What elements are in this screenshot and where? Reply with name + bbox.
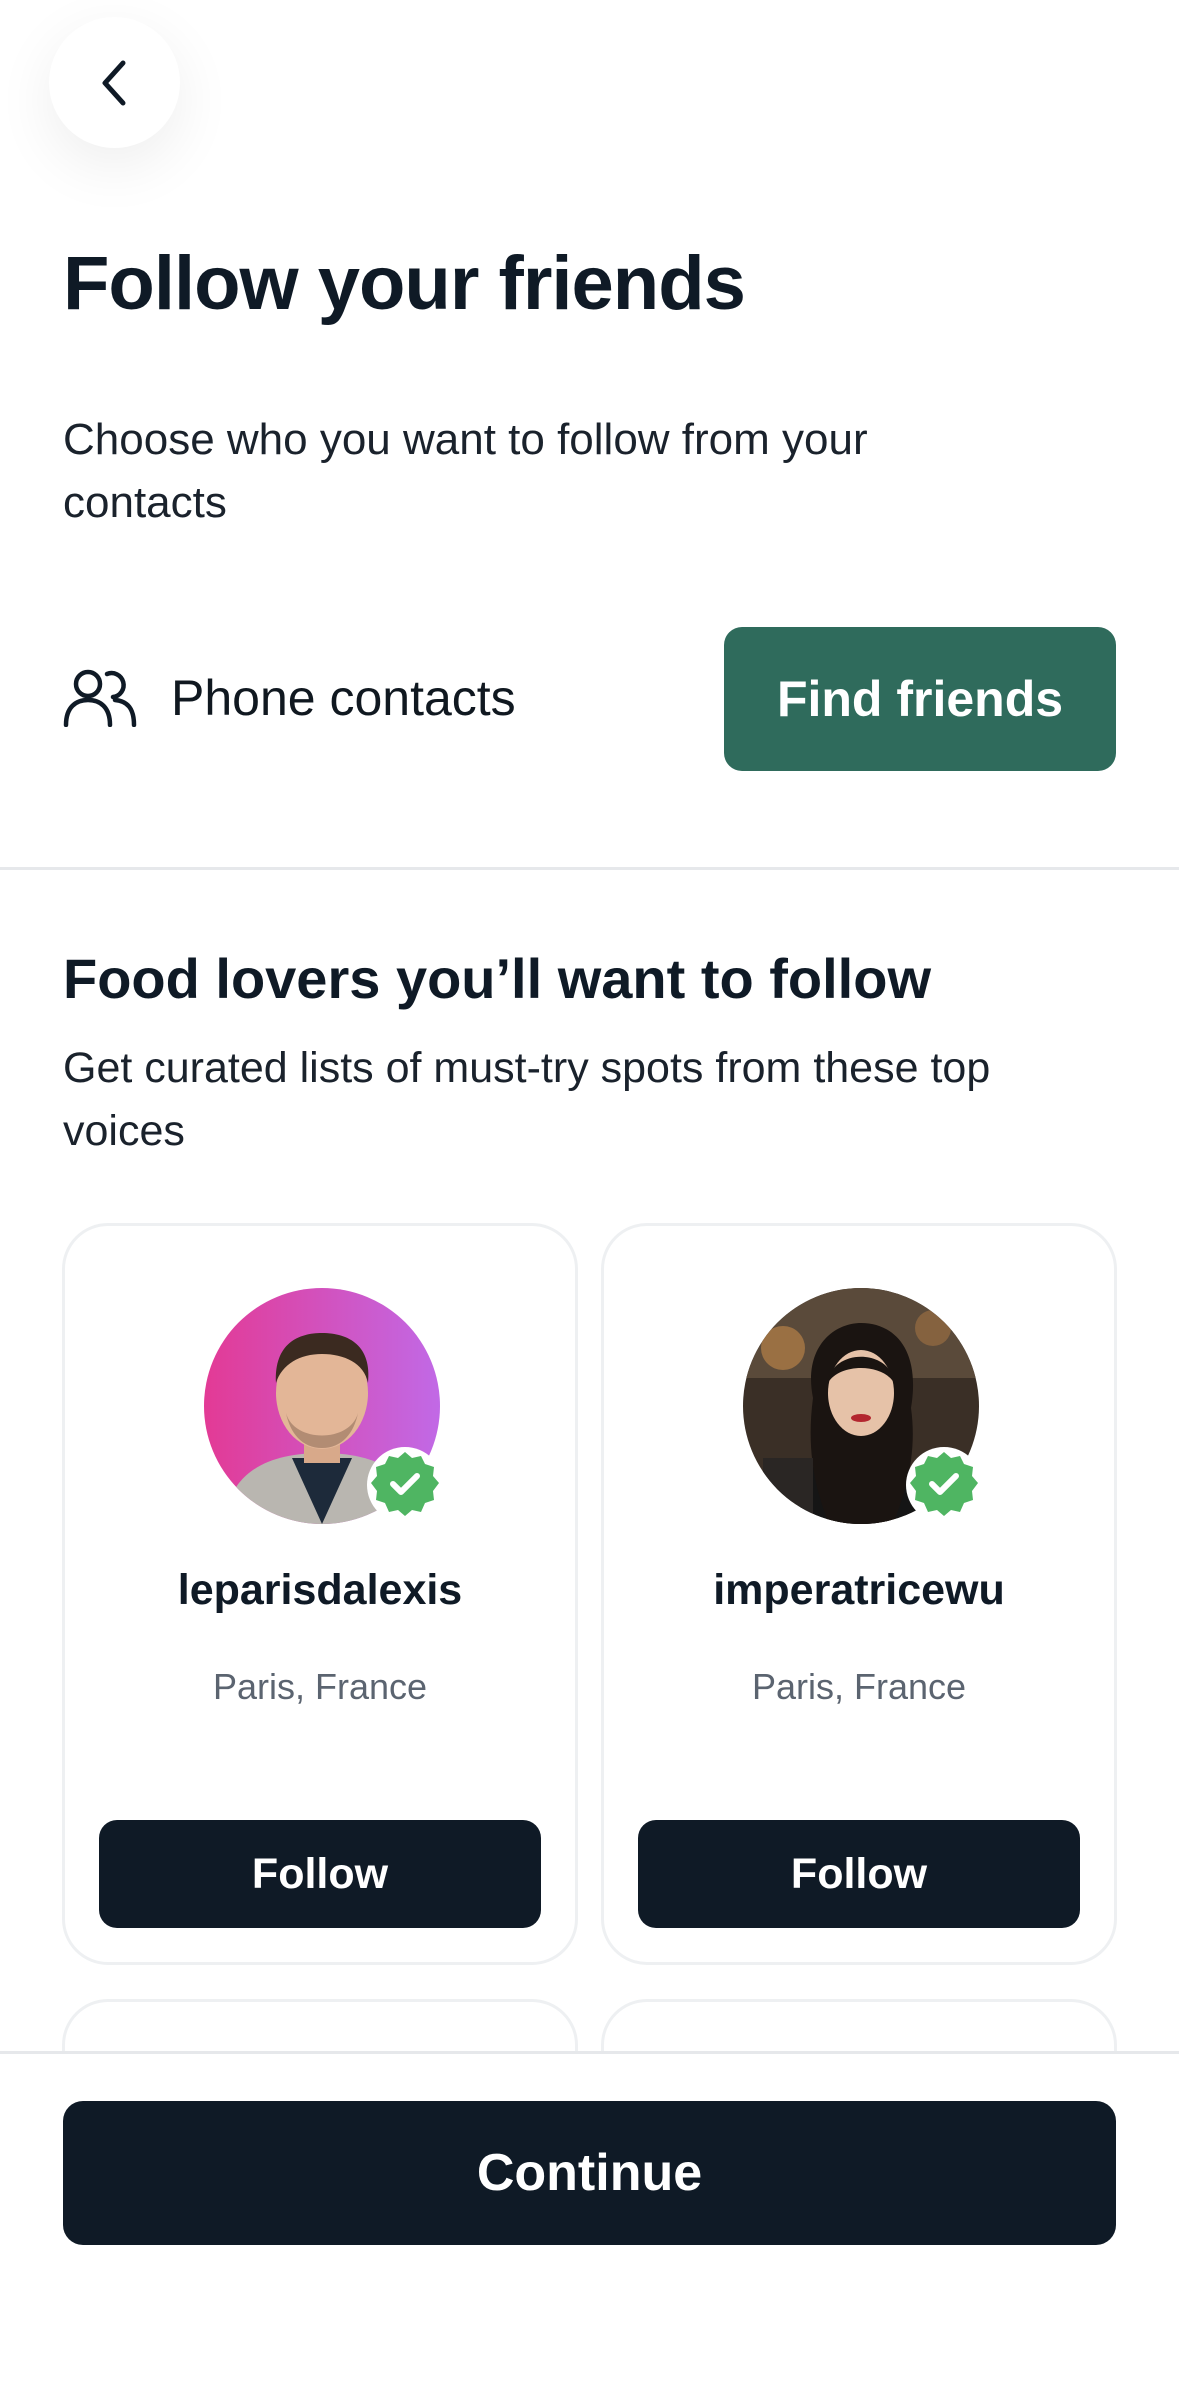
phone-contacts-label: Phone contacts	[171, 670, 516, 726]
follow-button[interactable]: Follow	[99, 1820, 541, 1928]
bottom-bar: Continue	[0, 2051, 1179, 2396]
follow-friends-screen: Follow your friends Choose who you want …	[0, 0, 1179, 2396]
avatar[interactable]	[204, 1288, 443, 1524]
verified-badge-icon	[905, 1446, 983, 1524]
page-title: Follow your friends	[63, 241, 746, 326]
creator-username: leparisdalexis	[177, 1566, 463, 1614]
find-friends-button[interactable]: Find friends	[724, 627, 1116, 771]
page-subtitle: Choose who you want to follow from your …	[63, 415, 868, 527]
phone-contacts-row: Phone contacts Find friends	[63, 627, 1116, 771]
continue-button[interactable]: Continue	[63, 2101, 1116, 2245]
section-subtitle: Get curated lists of must-try spots from…	[63, 1044, 991, 1155]
avatar[interactable]	[743, 1288, 982, 1524]
section-divider	[0, 867, 1179, 870]
creator-card: imperatricewu Paris, France Follow	[601, 1223, 1117, 1965]
section-title: Food lovers you’ll want to follow	[63, 947, 931, 1010]
creator-location: Paris, France	[212, 1666, 428, 1707]
people-icon	[63, 669, 137, 727]
creator-card: leparisdalexis Paris, France Follow	[62, 1223, 578, 1965]
creator-username: imperatricewu	[713, 1566, 1005, 1614]
follow-button[interactable]: Follow	[638, 1820, 1080, 1928]
chevron-left-icon	[102, 60, 125, 105]
back-button[interactable]	[49, 17, 180, 148]
verified-badge-icon	[366, 1446, 444, 1524]
creator-location: Paris, France	[751, 1666, 967, 1707]
